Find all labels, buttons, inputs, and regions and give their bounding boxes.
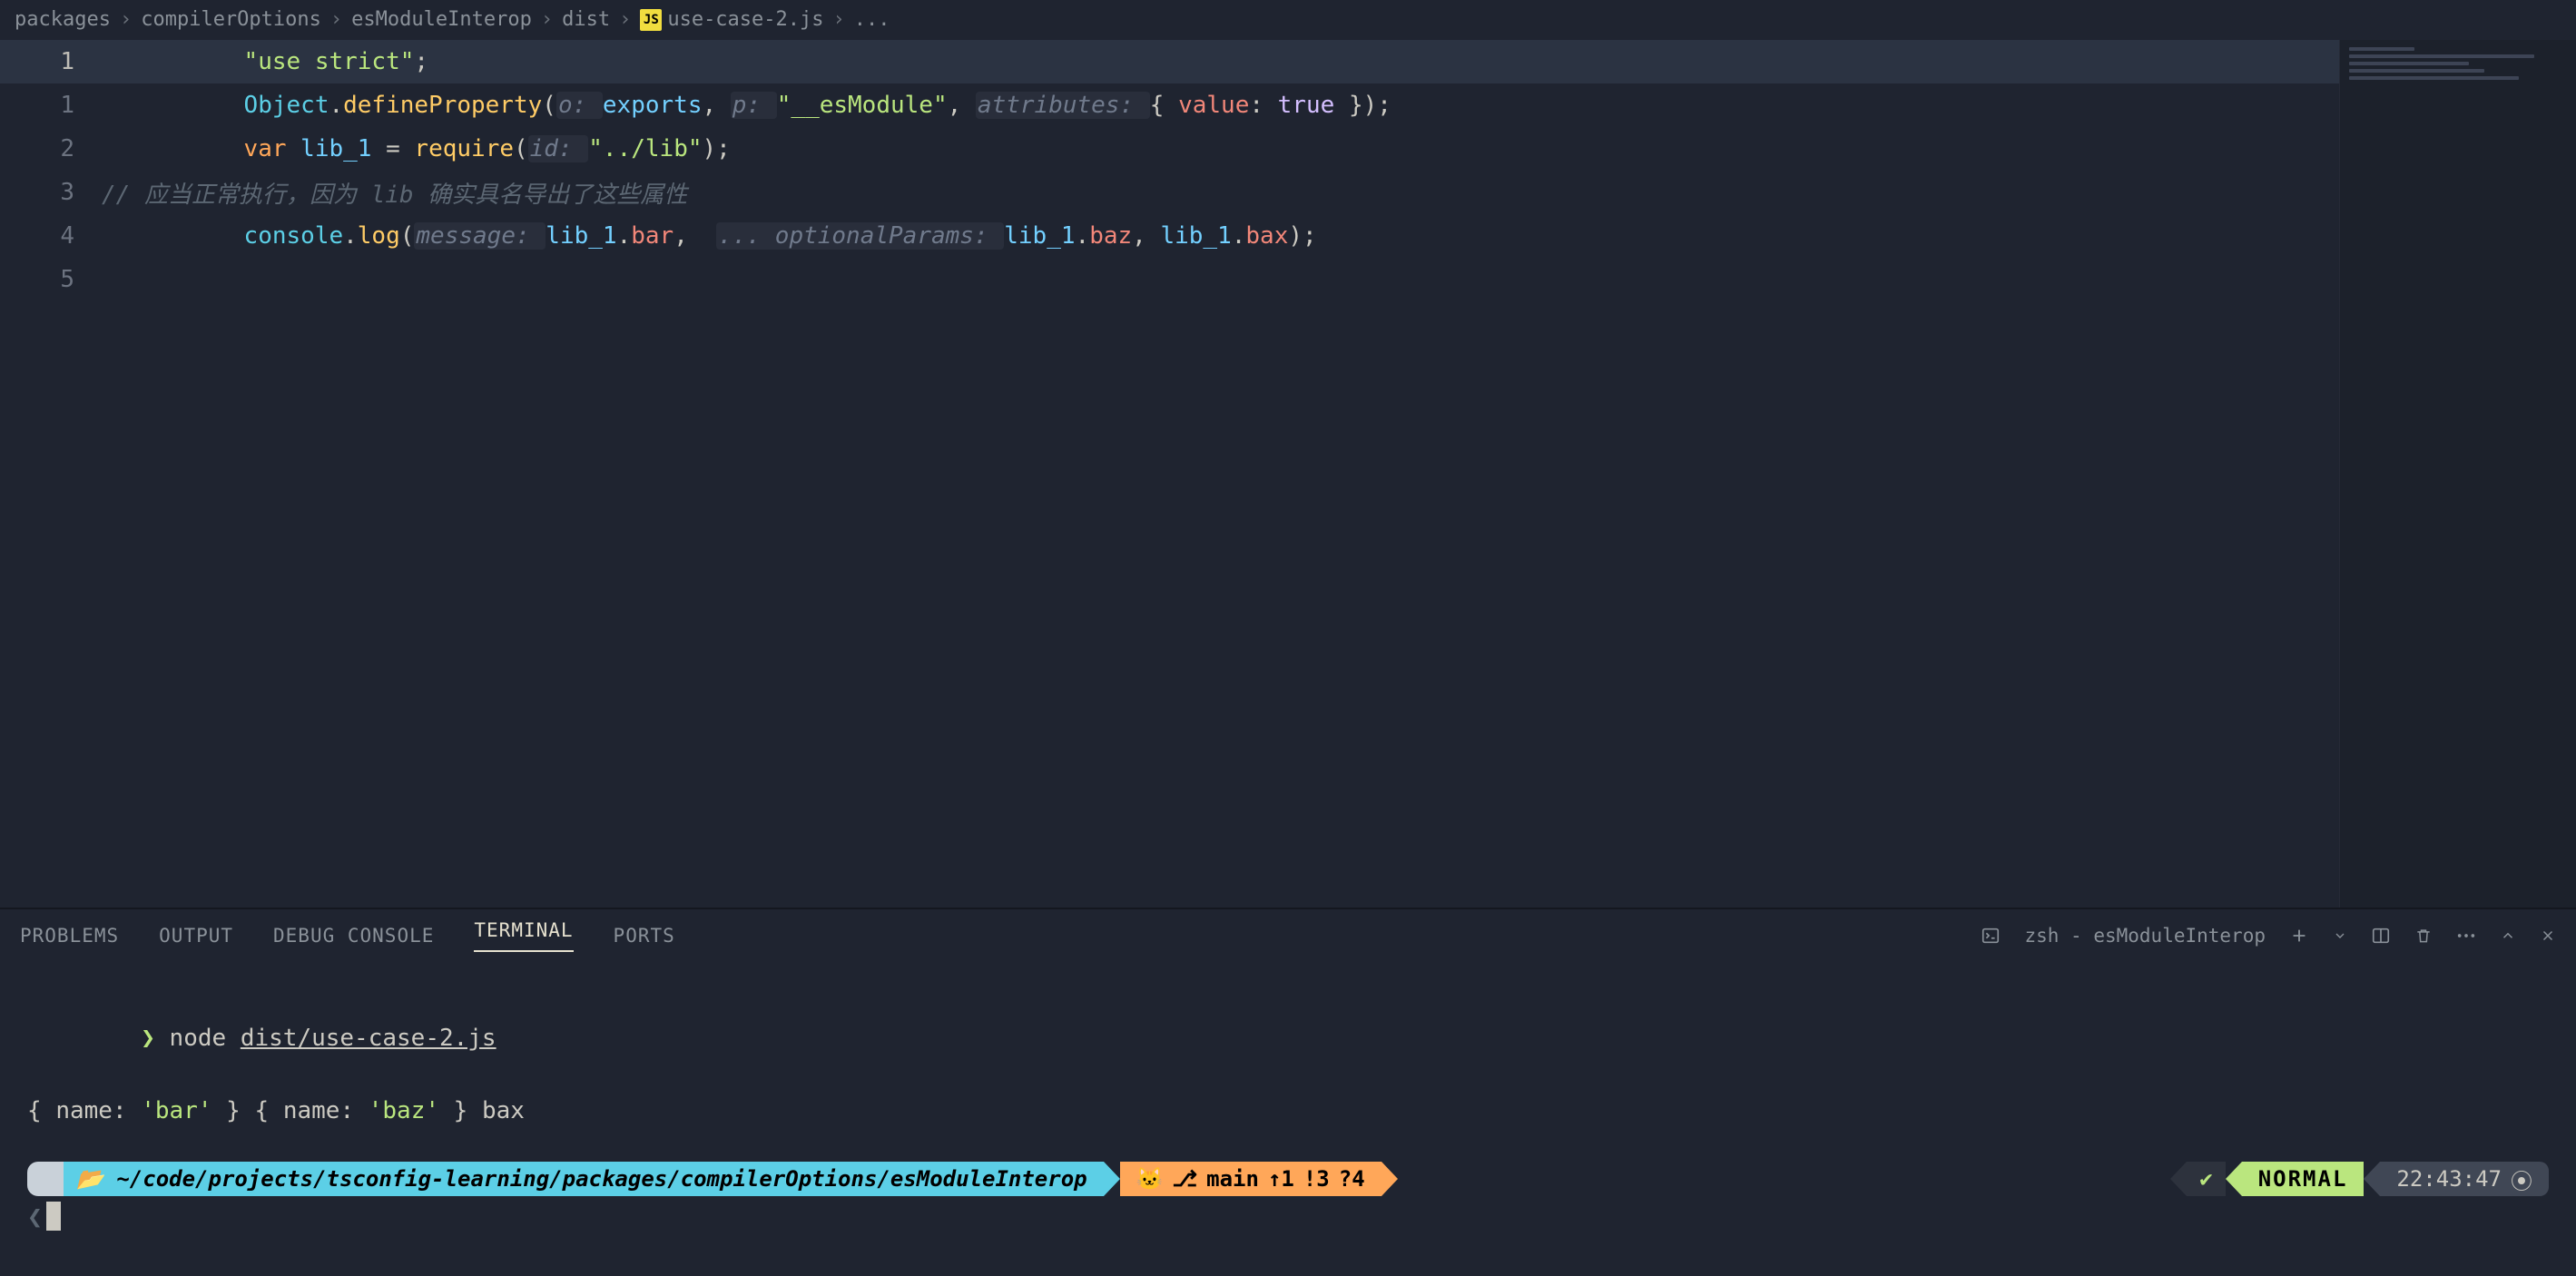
prompt-caret-icon: ❯ <box>141 1025 155 1052</box>
vim-mode: NORMAL <box>2242 1162 2365 1196</box>
clock-icon: ⦿ <box>2511 1163 2532 1195</box>
chevron-right-icon: › <box>830 8 849 31</box>
git-untracked: ?4 <box>1339 1166 1365 1192</box>
breadcrumb-seg[interactable]: packages <box>15 8 111 31</box>
terminal-cursor <box>46 1202 61 1231</box>
inlay-hint: attributes: <box>976 92 1150 119</box>
tab-problems[interactable]: PROBLEMS <box>20 925 119 947</box>
inlay-hint: id: <box>528 135 589 162</box>
panel-tabs: PROBLEMS OUTPUT DEBUG CONSOLE TERMINAL P… <box>0 909 2576 962</box>
terminal-cursor-line[interactable]: ❮ <box>27 1202 2549 1232</box>
statusline-git: 🐱 ⎇ main ↑1 !3 ?4 <box>1120 1162 1381 1196</box>
git-ahead: ↑1 <box>1268 1166 1294 1192</box>
chevron-right-icon: › <box>116 8 135 31</box>
statusline-time: 22:43:47 ⦿ <box>2380 1162 2549 1196</box>
minimap[interactable] <box>2340 40 2576 908</box>
terminal-output: { name: 'bar' } { name: 'baz' } bax <box>27 1093 2549 1129</box>
breadcrumb-more[interactable]: ... <box>854 8 890 31</box>
terminal-shell-label[interactable]: zsh - esModuleInterop <box>2024 925 2266 947</box>
chevron-right-icon: › <box>537 8 556 31</box>
git-modified: !3 <box>1303 1166 1330 1192</box>
terminal-body[interactable]: ❯ node dist/use-case-2.js { name: 'bar' … <box>0 962 2576 1276</box>
terminal-command: node <box>170 1025 227 1052</box>
kill-terminal-icon[interactable] <box>2414 926 2433 946</box>
split-terminal-icon[interactable] <box>2371 926 2391 946</box>
cat-icon: 🐱 <box>1136 1166 1164 1192</box>
tab-terminal[interactable]: TERMINAL <box>474 919 573 952</box>
breadcrumb-seg[interactable]: esModuleInterop <box>351 8 532 31</box>
shell-statusline: 📂 ~/code/projects/tsconfig-learning/pack… <box>27 1162 2549 1196</box>
terminal-shell-icon[interactable] <box>1981 926 2001 946</box>
line-number: 2 <box>0 135 102 162</box>
statusline-path: 📂 ~/code/projects/tsconfig-learning/pack… <box>64 1162 1104 1196</box>
close-panel-icon[interactable] <box>2540 928 2556 944</box>
chevron-right-icon: › <box>327 8 346 31</box>
javascript-file-icon: JS <box>640 9 662 31</box>
folder-icon: 📂 <box>76 1166 103 1192</box>
branch-name: main <box>1206 1166 1259 1192</box>
breadcrumb-file[interactable]: use-case-2.js <box>667 8 823 31</box>
prompt-open-icon: ❮ <box>27 1202 43 1232</box>
line-number: 5 <box>0 266 102 293</box>
new-terminal-icon[interactable] <box>2289 926 2309 946</box>
inlay-hint: p: <box>731 92 777 119</box>
tab-ports[interactable]: PORTS <box>614 925 675 947</box>
code-editor[interactable]: 1 "use strict"; 1 Object.defineProperty(… <box>0 40 2340 908</box>
maximize-panel-icon[interactable] <box>2500 928 2516 944</box>
more-actions-icon[interactable] <box>2456 932 2476 939</box>
os-logo-icon <box>27 1162 64 1196</box>
statusline-status: ✔ <box>2187 1162 2225 1196</box>
line-number: 1 <box>0 48 102 75</box>
breadcrumbs[interactable]: packages › compilerOptions › esModuleInt… <box>0 0 2576 40</box>
chevron-down-icon[interactable] <box>2333 928 2347 943</box>
line-number: 1 <box>0 92 102 119</box>
tab-debug-console[interactable]: DEBUG CONSOLE <box>273 925 434 947</box>
terminal-command-arg: dist/use-case-2.js <box>241 1025 497 1052</box>
tab-output[interactable]: OUTPUT <box>159 925 233 947</box>
breadcrumb-seg[interactable]: dist <box>562 8 610 31</box>
code-line[interactable]: 4 console.log(message: lib_1.bar, ... op… <box>0 214 2339 258</box>
chevron-right-icon: › <box>615 8 634 31</box>
check-icon: ✔ <box>2199 1166 2212 1192</box>
inlay-hint: ... optionalParams: <box>716 222 1004 250</box>
minimap-content <box>2349 47 2567 83</box>
line-number: 4 <box>0 222 102 250</box>
branch-icon: ⎇ <box>1172 1166 1197 1192</box>
breadcrumb-seg[interactable]: compilerOptions <box>141 8 321 31</box>
line-number: 3 <box>0 179 102 206</box>
inlay-hint: message: <box>414 222 546 250</box>
bottom-panel: PROBLEMS OUTPUT DEBUG CONSOLE TERMINAL P… <box>0 908 2576 1276</box>
